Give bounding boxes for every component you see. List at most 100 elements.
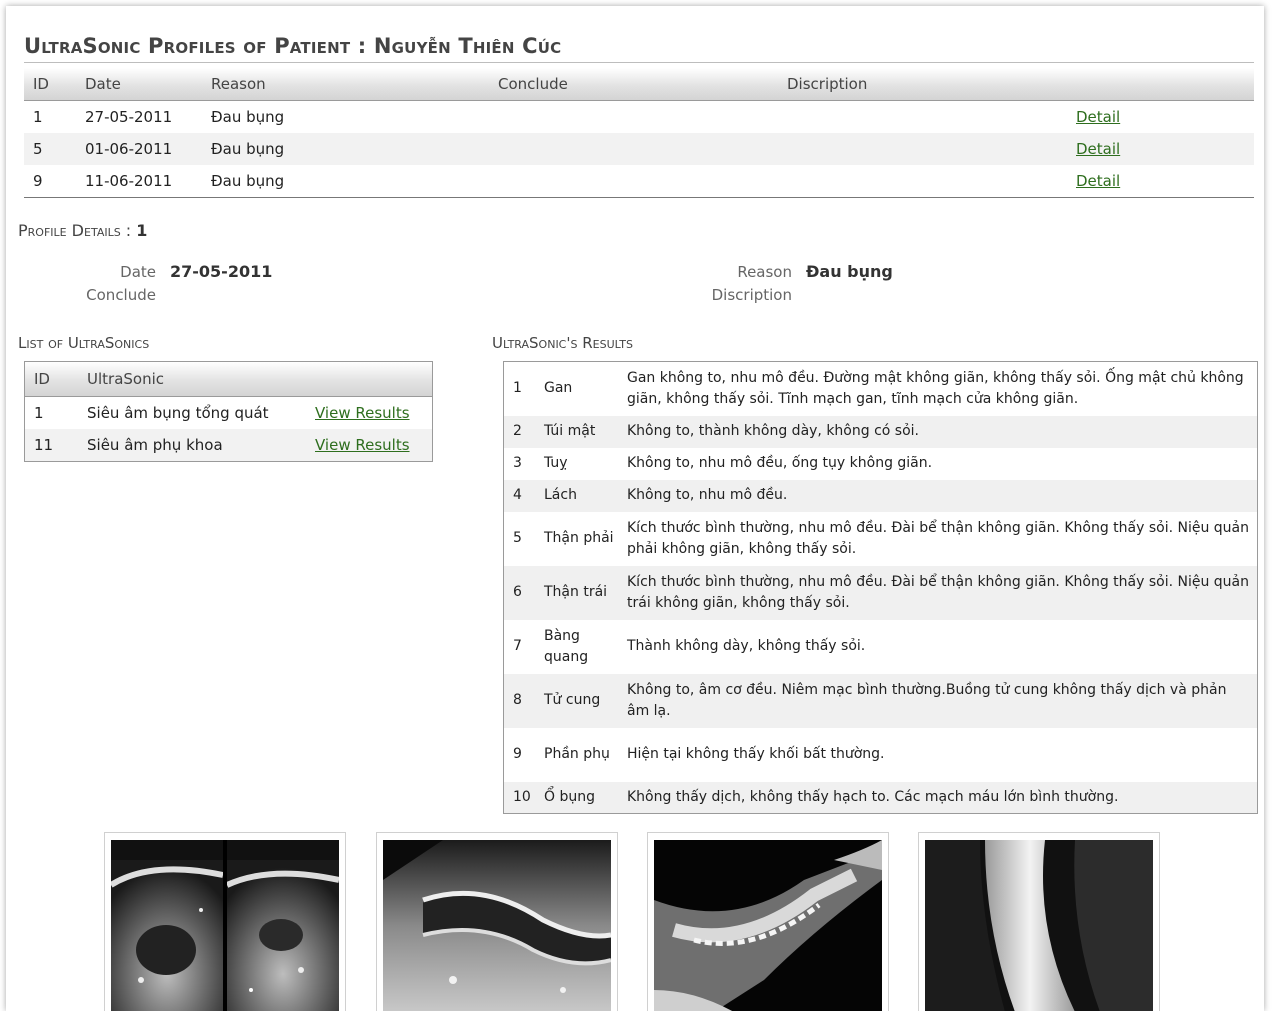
table-row: 7 Bàng quang Thành không dày, không thấy… xyxy=(504,620,1258,674)
result-organ: Tử cung xyxy=(535,673,618,728)
profile-details-heading: Profile Details : 1 xyxy=(18,221,147,240)
table-row: 1 Gan Gan không to, nhu mô đều. Đường mậ… xyxy=(504,362,1258,416)
ultrasonic-action-cell: View Results xyxy=(306,429,433,462)
profile-reason: Đau bụng xyxy=(202,133,489,165)
detail-link[interactable]: Detail xyxy=(1076,172,1120,190)
description-label: Discription xyxy=(711,286,792,304)
profile-description xyxy=(778,133,1067,165)
result-organ: Bàng quang xyxy=(544,627,589,665)
result-organ: Phần phụ xyxy=(544,746,610,762)
result-text: Không thấy dịch, không thấy hạch to. Các… xyxy=(618,781,1258,814)
result-no: 8 xyxy=(503,673,535,728)
table-row: 5 01-06-2011 Đau bụng Detail xyxy=(24,133,1254,165)
ultrasonic-action-cell: View Results xyxy=(306,397,433,430)
profile-conclude xyxy=(489,165,778,198)
result-organ: Gan xyxy=(544,380,573,397)
result-no: 2 xyxy=(503,415,535,448)
table-row: 8 Tử cung Không to, âm cơ đều. Niêm mạc … xyxy=(503,673,1258,728)
view-results-link[interactable]: View Results xyxy=(315,436,410,454)
result-no: 7 xyxy=(513,638,522,654)
profile-details-id: 1 xyxy=(136,221,148,240)
table-row: 6 Thận trái Kích thước bình thường, nhu … xyxy=(503,565,1258,620)
table-row: 11 Siêu âm phụ khoa View Results xyxy=(24,429,433,462)
col-reason: Reason xyxy=(202,68,489,101)
xray-image xyxy=(925,840,1153,1011)
page-frame: UltraSonic Profiles of Patient : Nguyễn … xyxy=(6,6,1264,1011)
result-text: Không to, âm cơ đều. Niêm mạc bình thườn… xyxy=(618,673,1258,728)
reason-value: Đau bụng xyxy=(806,262,893,281)
profile-conclude xyxy=(489,133,778,165)
result-text: Không to, thành không dày, không có sỏi. xyxy=(618,415,1258,448)
ultrasonic-name: Siêu âm phụ khoa xyxy=(78,429,306,462)
result-organ: Túi mật xyxy=(535,415,618,448)
table-row: 2 Túi mật Không to, thành không dày, khô… xyxy=(503,415,1258,448)
result-text: Gan không to, nhu mô đều. Đường mật khôn… xyxy=(627,369,1244,407)
ultrasound-thumbnail-1[interactable] xyxy=(104,832,346,1011)
profile-id: 9 xyxy=(24,165,76,198)
xray-thumbnail-1[interactable] xyxy=(647,832,889,1011)
result-text: Không to, nhu mô đều. xyxy=(618,479,1258,512)
profile-id: 5 xyxy=(24,133,76,165)
col-ultrasonic: UltraSonic xyxy=(78,361,306,397)
profile-details-label: Profile Details : xyxy=(18,221,137,240)
result-no: 9 xyxy=(513,746,522,762)
profiles-header-row: ID Date Reason Conclude Discription xyxy=(24,68,1254,101)
ultrasonics-table: ID UltraSonic 1 Siêu âm bụng tổng quát V… xyxy=(24,361,433,462)
result-organ: Tuỵ xyxy=(544,455,568,471)
ultrasound-thumbnail-2[interactable] xyxy=(376,832,618,1011)
result-no: 5 xyxy=(513,530,522,546)
table-row: 3 Tuỵ Không to, nhu mô đều, ống tụy khôn… xyxy=(504,448,1258,480)
profile-reason: Đau bụng xyxy=(211,108,285,126)
result-text: Hiện tại không thấy khối bất thường. xyxy=(627,746,885,762)
xray-image xyxy=(654,840,882,1011)
date-value: 27-05-2011 xyxy=(170,262,273,281)
col-description: Discription xyxy=(778,68,1067,101)
result-no: 10 xyxy=(503,781,535,814)
col-action xyxy=(1067,68,1254,101)
col-id: ID xyxy=(24,68,76,101)
detail-link[interactable]: Detail xyxy=(1076,108,1120,126)
ultrasound-image xyxy=(383,840,611,1011)
table-row: 1 27-05-2011 Đau bụng Detail xyxy=(24,101,1254,134)
profile-conclude xyxy=(489,101,778,134)
detail-link[interactable]: Detail xyxy=(1076,140,1120,158)
result-no: 3 xyxy=(513,455,522,471)
col-id: ID xyxy=(24,361,78,397)
table-row: 5 Thận phải Kích thước bình thường, nhu … xyxy=(504,512,1258,566)
title-divider xyxy=(24,62,1254,63)
ultrasonic-id: 1 xyxy=(34,404,44,422)
page: UltraSonic Profiles of Patient : Nguyễn … xyxy=(6,6,1264,1011)
result-organ: Lách xyxy=(535,479,618,512)
reason-label: Reason xyxy=(737,263,792,281)
table-row: 1 Siêu âm bụng tổng quát View Results xyxy=(25,397,433,430)
col-conclude: Conclude xyxy=(489,68,778,101)
ultrasound-image xyxy=(111,840,339,1011)
profile-id: 1 xyxy=(33,108,43,126)
result-organ: Ổ bụng xyxy=(535,781,618,814)
result-organ: Thận trái xyxy=(535,565,618,620)
profile-action-cell: Detail xyxy=(1067,101,1254,134)
profile-description xyxy=(778,165,1067,198)
results-heading: UltraSonic's Results xyxy=(492,334,633,352)
view-results-link[interactable]: View Results xyxy=(315,404,410,422)
profile-action-cell: Detail xyxy=(1067,165,1254,198)
xray-thumbnail-2[interactable] xyxy=(918,832,1160,1011)
result-organ: Thận phải xyxy=(544,530,614,546)
result-no: 4 xyxy=(503,479,535,512)
ultrasonic-id: 11 xyxy=(24,429,78,462)
profile-date: 11-06-2011 xyxy=(76,165,202,198)
profile-action-cell: Detail xyxy=(1067,133,1254,165)
profile-date: 01-06-2011 xyxy=(76,133,202,165)
conclude-label: Conclude xyxy=(86,286,156,304)
results-table: 1 Gan Gan không to, nhu mô đều. Đường mậ… xyxy=(503,361,1258,814)
profile-date: 27-05-2011 xyxy=(85,108,173,126)
result-text: Thành không dày, không thấy sỏi. xyxy=(627,638,866,654)
ultrasonic-name: Siêu âm bụng tổng quát xyxy=(87,404,269,422)
col-date: Date xyxy=(76,68,202,101)
table-row: 9 Phần phụ Hiện tại không thấy khối bất … xyxy=(504,728,1258,782)
result-text: Không to, nhu mô đều, ống tụy không giãn… xyxy=(627,455,933,471)
profiles-table: ID Date Reason Conclude Discription 1 27… xyxy=(24,68,1254,198)
page-title: UltraSonic Profiles of Patient : Nguyễn … xyxy=(24,34,562,58)
table-row: 4 Lách Không to, nhu mô đều. xyxy=(503,479,1258,512)
result-text: Kích thước bình thường, nhu mô đều. Đài … xyxy=(618,565,1258,620)
